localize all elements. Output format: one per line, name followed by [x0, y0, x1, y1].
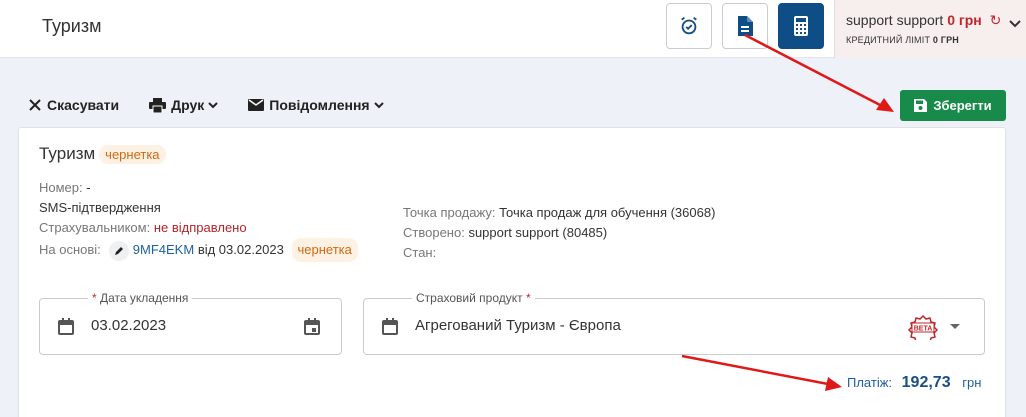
calculator-button[interactable]	[778, 3, 824, 49]
alarm-clock-button[interactable]	[666, 3, 712, 49]
created-label: Створено:	[403, 225, 465, 240]
print-label: Друк	[171, 97, 205, 113]
cancel-button[interactable]: Скасувати	[28, 97, 119, 113]
payment-summary: Платіж: 192,73 грн	[847, 374, 981, 392]
alarm-clock-icon	[681, 16, 697, 35]
chevron-down-icon	[373, 102, 384, 109]
app-title: Туризм	[42, 16, 102, 36]
message-label: Повідомлення	[269, 97, 370, 113]
payment-label: Платіж:	[847, 375, 893, 390]
chevron-down-icon[interactable]	[1008, 19, 1022, 29]
state-label: Стан:	[403, 245, 437, 260]
sms-row: SMS-підтвердження	[39, 198, 358, 218]
svg-text:BETA: BETA	[914, 326, 933, 333]
save-label: Зберегти	[933, 98, 992, 113]
document-info-left: Номер: - SMS-підтвердження Страхувальник…	[39, 178, 358, 262]
contract-date-label: * Дата укладення	[88, 291, 193, 305]
sales-point-row: Точка продажу: Точка продаж для обучення…	[403, 203, 715, 223]
based-on-label: На основі:	[39, 242, 101, 257]
top-bar: Туризм support support 0 грн ↻ КРЕДИТНИЙ…	[0, 0, 1026, 58]
cancel-label: Скасувати	[47, 97, 120, 113]
document-title: Туризм чернетка	[39, 144, 166, 164]
sales-point-value: Точка продаж для обучення (36068)	[499, 205, 716, 220]
credit-limit-value: 0 ГРН	[932, 35, 959, 45]
credit-limit-label: КРЕДИТНИЙ ЛІМІТ	[846, 35, 931, 45]
calculator-icon	[794, 16, 808, 36]
insurer-label: Страхувальником:	[39, 220, 151, 235]
refresh-icon[interactable]: ↻	[990, 12, 1002, 28]
sales-point-label: Точка продажу:	[403, 205, 496, 220]
annotation-arrowhead-save	[876, 98, 894, 112]
contract-date-value: 03.02.2023	[91, 317, 167, 334]
user-name: support support	[846, 12, 944, 28]
insurance-product-value: Агрегований Туризм - Європа	[415, 317, 621, 334]
insurer-row: Страхувальником: не відправлено	[39, 218, 358, 238]
number-value: -	[86, 180, 91, 195]
envelope-icon	[248, 99, 265, 111]
insurance-product-select[interactable]: Страховий продукт * Агрегований Туризм -…	[363, 291, 985, 355]
printer-icon	[149, 97, 167, 113]
calendar-picker-icon[interactable]	[304, 318, 320, 335]
document-info-right: Точка продажу: Точка продаж для обучення…	[403, 203, 715, 263]
calendar-icon	[382, 318, 398, 335]
based-on-date: від 03.02.2023	[197, 242, 284, 257]
state-row: Стан:	[403, 243, 715, 263]
number-label: Номер:	[39, 180, 83, 195]
dropdown-arrow-icon[interactable]	[950, 324, 960, 329]
beta-badge-icon: BETA	[907, 314, 939, 340]
message-button[interactable]: Повідомлення	[248, 97, 384, 113]
created-row: Створено: support support (80485)	[403, 223, 715, 243]
save-button[interactable]: Зберегти	[900, 90, 1006, 121]
number-row: Номер: -	[39, 178, 358, 198]
calendar-icon	[58, 318, 74, 335]
payment-amount: 192,73	[901, 374, 951, 391]
contract-date-field[interactable]: * Дата укладення 03.02.2023	[39, 291, 342, 355]
insurer-value: не відправлено	[153, 220, 247, 235]
based-on-status-badge: чернетка	[291, 238, 358, 262]
status-badge: чернетка	[99, 144, 166, 164]
payment-currency: грн	[962, 375, 982, 390]
created-value: support support (80485)	[468, 225, 608, 240]
credit-limit: КРЕДИТНИЙ ЛІМІТ 0 ГРН	[846, 35, 959, 45]
user-balance: 0 грн	[947, 12, 982, 28]
print-button[interactable]: Друк	[149, 97, 219, 113]
user-menu[interactable]: support support 0 грн ↻ КРЕДИТНИЙ ЛІМІТ …	[834, 0, 1026, 58]
based-on-row: На основі: 9MF4EKM від 03.02.2023 чернетк…	[39, 238, 358, 262]
close-icon	[29, 99, 41, 111]
user-name-line: support support 0 грн ↻	[846, 12, 1001, 29]
floppy-disk-icon	[914, 99, 928, 112]
action-bar: Скасувати Друк Повідомлення	[28, 96, 414, 114]
based-on-link[interactable]: 9MF4EKM	[133, 242, 194, 257]
pencil-icon[interactable]	[108, 240, 129, 261]
document-icon	[738, 16, 753, 36]
sms-label: SMS-підтвердження	[39, 200, 161, 215]
document-title-text: Туризм	[39, 144, 96, 163]
chevron-down-icon	[208, 102, 219, 109]
document-button[interactable]	[722, 3, 768, 49]
insurance-product-label: Страховий продукт *	[412, 291, 535, 305]
